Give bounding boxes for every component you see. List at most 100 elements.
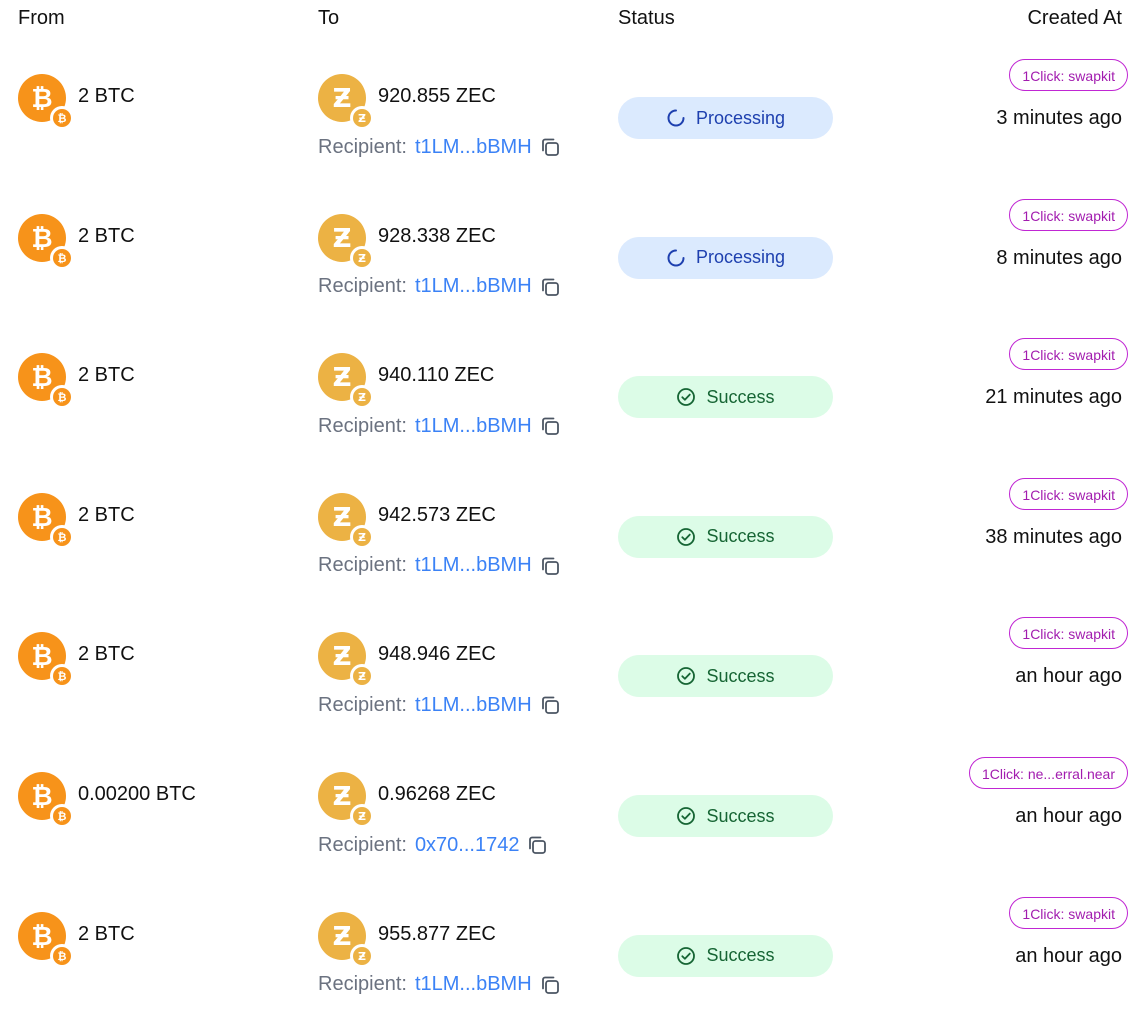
recipient-address-link[interactable]: t1LM...bBMH [415,554,532,577]
from-amount: 2 BTC [78,503,135,526]
status-label: Success [706,805,775,826]
to-amount: 0.96268 ZEC [378,783,496,805]
copy-icon[interactable] [538,554,562,578]
affiliate-tag[interactable]: 1Click: swapkit [1009,896,1128,929]
status-label: Processing [695,247,786,268]
status-label: Processing [695,107,786,128]
svg-text:₿: ₿ [31,224,52,254]
from-amount: 2 BTC [78,643,135,666]
table-row[interactable]: ₿ ₿ 2 BTC Ƶ Ƶ 955.877 ZEC Recipient: t1L… [0,878,1143,1018]
to-amount: 948.946 ZEC [378,643,496,666]
recipient-address-link[interactable]: t1LM...bBMH [415,275,532,298]
zcash-icon: Ƶ Ƶ [318,911,374,968]
spinner-icon [667,109,685,127]
svg-text:₿: ₿ [31,363,52,393]
recipient-address-link[interactable]: t1LM...bBMH [415,973,532,996]
bitcoin-icon: ₿ ₿ [18,74,74,130]
column-header-to: To [318,7,340,29]
table-row[interactable]: ₿ ₿ 2 BTC Ƶ Ƶ 942.573 ZEC Recipient: t1L… [0,459,1143,599]
recipient-address-link[interactable]: 0x70...1742 [415,834,520,857]
copy-icon[interactable] [525,833,549,857]
status-label: Success [706,526,775,547]
svg-text:₿: ₿ [31,922,52,952]
affiliate-tag[interactable]: 1Click: ne...erral.near [968,757,1128,789]
recipient-address-link[interactable]: t1LM...bBMH [415,136,532,159]
from-amount: 2 BTC [78,364,135,387]
zcash-icon: Ƶ Ƶ [318,213,374,270]
copy-icon[interactable] [538,693,562,717]
affiliate-tag[interactable]: 1Click: swapkit [1009,617,1128,650]
created-at-time: 8 minutes ago [996,246,1122,269]
svg-text:Ƶ: Ƶ [358,252,366,265]
bitcoin-icon: ₿ ₿ [18,632,74,689]
table-row[interactable]: ₿ ₿ 2 BTC Ƶ Ƶ 920.855 ZEC Recipient: t1L… [0,40,1143,180]
recipient-address-link[interactable]: t1LM...bBMH [415,694,532,717]
to-amount: 928.338 ZEC [378,224,496,247]
zcash-chain-icon: Ƶ [350,385,374,410]
column-header-from: From [18,7,65,29]
check-circle-icon [677,527,696,546]
recipient-label: Recipient: [318,275,407,298]
zcash-icon: Ƶ Ƶ [318,353,374,410]
bitcoin-icon: ₿ ₿ [18,213,74,270]
affiliate-tag[interactable]: 1Click: swapkit [1009,198,1128,231]
svg-text:₿: ₿ [58,112,67,125]
svg-text:Ƶ: Ƶ [358,670,366,683]
svg-text:Ƶ: Ƶ [358,531,366,544]
created-at-time: 21 minutes ago [985,386,1122,409]
table-row[interactable]: ₿ ₿ 2 BTC Ƶ Ƶ 948.946 ZEC Recipient: t1L… [0,598,1143,738]
recipient-address-link[interactable]: t1LM...bBMH [415,415,532,438]
recipient-label: Recipient: [318,554,407,577]
recipient: Recipient: t1LM...bBMH [318,414,562,438]
recipient-label: Recipient: [318,693,407,716]
bitcoin-icon: ₿ ₿ [18,772,74,828]
copy-icon[interactable] [538,973,562,997]
svg-text:Ƶ: Ƶ [333,782,352,812]
table-row[interactable]: ₿ ₿ 2 BTC Ƶ Ƶ 928.338 ZEC Recipient: t1L… [0,180,1143,320]
bitcoin-icon: ₿ ₿ [18,353,74,410]
created-at-time: an hour ago [1015,665,1122,688]
affiliate-tag[interactable]: 1Click: swapkit [1009,59,1128,91]
bitcoin-icon: ₿ ₿ [18,911,74,968]
svg-text:Ƶ: Ƶ [358,950,366,963]
table-row[interactable]: ₿ ₿ 2 BTC Ƶ Ƶ 940.110 ZEC Recipient: t1L… [0,319,1143,459]
from-amount: 0.00200 BTC [78,783,196,805]
recipient-label: Recipient: [318,414,407,437]
affiliate-tag[interactable]: 1Click: swapkit [1009,477,1128,510]
bitcoin-chain-icon: ₿ [50,385,74,410]
to-amount: 955.877 ZEC [378,922,496,945]
recipient: Recipient: t1LM...bBMH [318,135,562,159]
status-badge: Success [618,655,833,698]
recipient: Recipient: t1LM...bBMH [318,693,562,717]
recipient: Recipient: t1LM...bBMH [318,973,562,997]
copy-icon[interactable] [538,275,562,299]
bitcoin-icon: ₿ ₿ [18,492,74,549]
created-at-time: an hour ago [1015,944,1122,967]
svg-text:Ƶ: Ƶ [333,84,352,114]
table-row[interactable]: ₿ ₿ 0.00200 BTC Ƶ Ƶ 0.96268 ZEC Recipien… [0,738,1143,878]
status-badge: Success [618,376,833,419]
created-at-time: an hour ago [1015,805,1122,827]
svg-text:₿: ₿ [31,84,52,114]
svg-text:₿: ₿ [58,950,67,963]
recipient: Recipient: 0x70...1742 [318,833,549,857]
bitcoin-chain-icon: ₿ [50,804,74,828]
svg-text:Ƶ: Ƶ [333,922,352,952]
svg-text:₿: ₿ [31,503,52,533]
zcash-chain-icon: Ƶ [350,524,374,549]
status-badge: Processing [618,236,833,279]
column-header-status: Status [618,7,675,29]
status-label: Success [706,945,775,966]
from-amount: 2 BTC [78,224,135,247]
bitcoin-chain-icon: ₿ [50,106,74,130]
status-badge: Processing [618,97,833,139]
zcash-chain-icon: Ƶ [350,245,374,270]
copy-icon[interactable] [538,135,562,159]
copy-icon[interactable] [538,414,562,438]
bitcoin-chain-icon: ₿ [50,524,74,549]
svg-text:₿: ₿ [58,670,67,683]
affiliate-tag[interactable]: 1Click: swapkit [1009,338,1128,371]
recipient-label: Recipient: [318,833,407,856]
zcash-icon: Ƶ Ƶ [318,632,374,689]
column-header-created-at[interactable]: Created At [1027,7,1122,30]
